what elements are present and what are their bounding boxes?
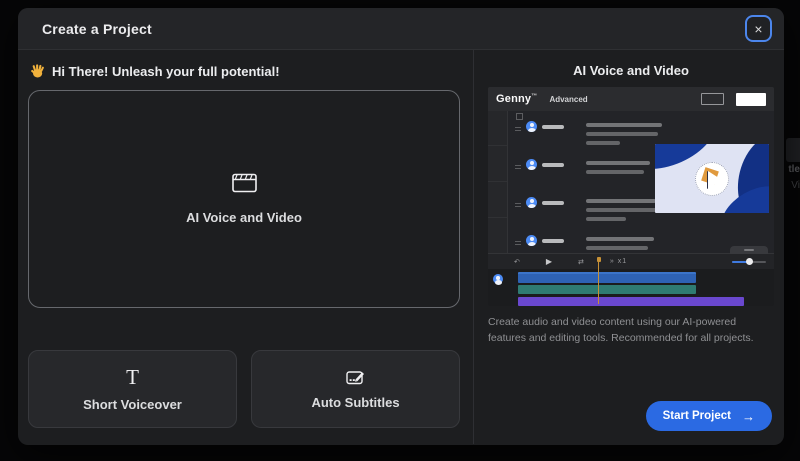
script-text-lines [586,199,660,226]
preview-outline-button [701,93,724,105]
drag-handle-icon [515,163,521,171]
script-text-lines [586,161,650,179]
preview-left-rail [488,111,508,253]
play-icon: ▶ [545,257,553,266]
preview-tool-icon [516,113,523,120]
preview-playback-controls: ↶ ▶ ⇄ » x1 [488,246,774,269]
short-voiceover-label: Short Voiceover [83,396,182,412]
auto-subtitles-label: Auto Subtitles [311,394,400,410]
play-button-illustration [695,161,729,196]
preview-editor-body [488,111,774,253]
secondary-cards-row: T Short Voiceover Auto Subtitles [28,350,460,428]
modal-title: Create a Project [42,20,152,37]
arrow-right-icon: → [742,408,755,424]
audio-track [518,285,696,294]
ai-voice-video-card[interactable]: AI Voice and Video [28,90,460,308]
speaker-name-bar [542,201,564,205]
modal-body: Hi There! Unleash your full potential! A… [18,50,784,444]
script-text-lines [586,123,662,150]
split-icon: ⇄ [578,258,584,266]
short-voiceover-card[interactable]: T Short Voiceover [28,350,237,428]
close-icon: × [754,20,763,37]
detail-title: AI Voice and Video [573,63,689,78]
speaker-name-bar [542,163,564,167]
speaker-name-bar [542,125,564,129]
preview-timeline-tracks [488,269,774,306]
project-detail-panel: AI Voice and Video Genny™ Advanced ↶ ▶ ⇄… [474,50,784,444]
project-description: Create audio and video content using our… [488,316,754,344]
video-preview-thumbnail [655,144,769,213]
timeline-playhead [596,257,601,304]
timeline-collapse-tab [730,246,768,254]
voice-track [518,272,696,283]
advanced-tab: Advanced [549,94,588,104]
speaker-avatar [526,197,537,208]
clapperboard-icon [231,173,257,193]
speaker-avatar [526,159,537,170]
drag-handle-icon [515,125,521,133]
music-track [518,297,744,306]
greeting: Hi There! Unleash your full potential! [28,64,460,79]
text-t-icon: T [126,364,139,389]
background-panel-fragment [786,138,800,162]
drag-handle-icon [515,201,521,209]
playback-speed: » x1 [609,258,628,265]
create-project-modal: Create a Project × Hi There! Unleash you… [18,8,784,445]
volume-slider [732,258,766,265]
auto-subtitles-card[interactable]: Auto Subtitles [251,350,460,428]
undo-icon: ↶ [514,258,520,266]
subtitles-edit-icon [346,370,364,384]
speaker-avatar [526,121,537,132]
close-button[interactable]: × [745,15,772,42]
background-text-fragment: Vi [791,180,800,191]
skip-icon: » [609,258,615,265]
preview-script-area [508,111,774,253]
wave-hand-icon [31,64,44,78]
project-type-panel: Hi There! Unleash your full potential! A… [18,50,473,444]
speaker-avatar [526,235,537,246]
greeting-text: Hi There! Unleash your full potential! [52,64,280,79]
genny-logo: Genny™ [496,93,538,105]
background-text-fragment: tle [788,164,800,175]
start-project-button[interactable]: Start Project → [645,401,772,431]
speaker-name-bar [542,239,564,243]
preview-topbar: Genny™ Advanced [488,87,774,111]
modal-header: Create a Project × [18,8,784,50]
track-speaker-avatar [493,274,503,285]
start-project-label: Start Project [662,410,731,422]
preview-white-button [736,92,766,106]
ai-voice-video-label: AI Voice and Video [186,210,302,225]
genny-app-preview: Genny™ Advanced ↶ ▶ ⇄ » x1 [488,87,774,306]
play-triangle-icon [708,170,722,189]
drag-handle-icon [515,239,521,247]
